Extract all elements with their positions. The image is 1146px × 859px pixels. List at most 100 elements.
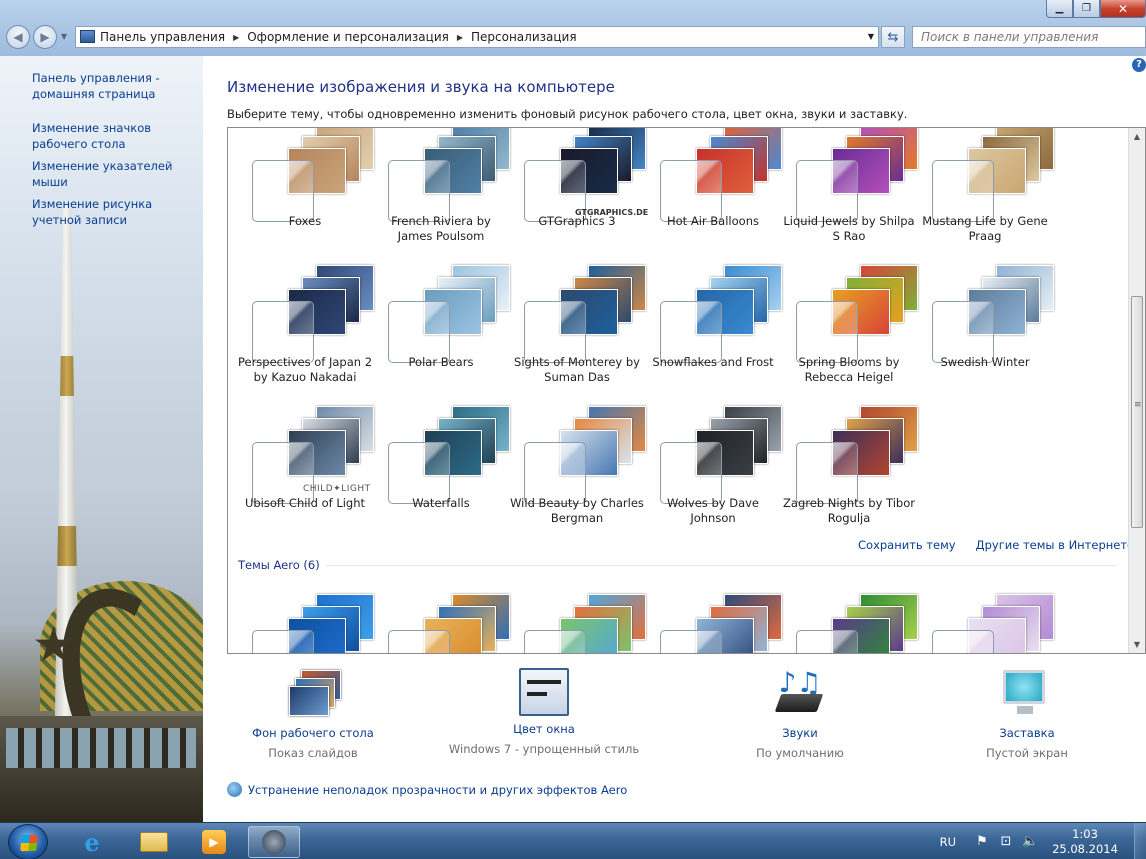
aero-theme-tile[interactable] [509, 586, 646, 653]
help-icon[interactable]: ? [1132, 58, 1146, 72]
theme-tile[interactable]: Perspectives of Japan 2 by Kazuo Nakadai [237, 257, 374, 398]
theme-tile[interactable]: Sights of Monterey by Suman Das [509, 257, 646, 398]
window-color-icon [519, 668, 569, 716]
maximize-button[interactable]: ❐ [1073, 0, 1100, 18]
theme-preview [252, 257, 374, 363]
theme-tile[interactable]: Hot Air Balloons [645, 128, 782, 257]
theme-tile[interactable]: Spring Blooms by Rebecca Heigel [781, 257, 918, 398]
theme-tile[interactable]: Wild Beauty by Charles Bergman [509, 398, 646, 539]
breadcrumb-arrow-icon[interactable]: ▶ [457, 33, 463, 42]
theme-preview [932, 257, 1054, 363]
desktop-background-value: Показ слайдов [268, 746, 358, 760]
explorer-icon[interactable] [128, 826, 180, 858]
aero-theme-tile[interactable] [237, 586, 374, 653]
scroll-down-icon[interactable]: ▼ [1129, 636, 1145, 653]
aero-theme-tile[interactable] [645, 586, 782, 653]
start-button[interactable] [8, 824, 48, 859]
theme-tile[interactable]: Swedish Winter [917, 257, 1054, 398]
window-color-swatch [796, 160, 858, 222]
internet-explorer-icon[interactable]: e [66, 826, 118, 858]
breadcrumb-appearance[interactable]: Оформление и персонализация [247, 30, 449, 44]
theme-tile[interactable]: Liquid Jewels by Shilpa S Rao [781, 128, 918, 257]
theme-brand-logo: CHILD✦LIGHT [303, 484, 371, 494]
link-mouse-pointers[interactable]: Изменение указателей мыши [32, 158, 202, 190]
clock[interactable]: 1:03 25.08.2014 [1046, 827, 1124, 857]
theme-tile[interactable]: Waterfalls [373, 398, 510, 539]
theme-preview [932, 128, 1054, 222]
language-indicator[interactable]: RU [940, 835, 956, 849]
theme-preview [796, 128, 918, 222]
theme-tile[interactable]: Foxes [237, 128, 374, 257]
monitor-stand [1017, 706, 1033, 714]
theme-tile[interactable]: CHILD✦LIGHT Ubisoft Child of Light [237, 398, 374, 539]
breadcrumb-control-panel[interactable]: Панель управления [100, 30, 225, 44]
address-bar[interactable]: Панель управления ▶ Оформление и персона… [75, 26, 879, 48]
theme-preview [252, 586, 374, 653]
scroll-up-icon[interactable]: ▲ [1129, 128, 1145, 145]
my-themes-grid: Foxes French Riviera by James Poulsom GTGR… [228, 128, 1128, 539]
desktop-background-label[interactable]: Фон рабочего стола [213, 726, 413, 740]
theme-tile[interactable]: Wolves by Dave Johnson [645, 398, 782, 539]
window-color-label[interactable]: Цвет окна [444, 722, 644, 736]
link-desktop-icons[interactable]: Изменение значков рабочего стола [32, 120, 202, 152]
aero-theme-tile[interactable] [917, 586, 1054, 653]
main-content: ? Изменение изображения и звука на компь… [203, 56, 1146, 822]
control-panel-taskbar-icon[interactable] [248, 826, 300, 858]
theme-tile[interactable]: GTGRAPHICS.DE GTGraphics 3 [509, 128, 648, 257]
link-control-panel-home[interactable]: Панель управления - домашняя страница [32, 70, 202, 102]
theme-name: Wolves by Dave Johnson [667, 496, 759, 525]
breadcrumb-arrow-icon[interactable]: ▶ [233, 33, 239, 42]
volume-icon[interactable]: 🔈 [1022, 834, 1038, 849]
breadcrumb-personalization[interactable]: Персонализация [471, 30, 577, 44]
theme-name: GTGraphics 3 [538, 214, 616, 228]
theme-name: Waterfalls [412, 496, 470, 510]
history-dropdown-icon[interactable]: ▼ [61, 32, 67, 41]
address-dropdown-icon[interactable]: ▼ [868, 32, 874, 41]
theme-tile[interactable]: French Riviera by James Poulsom [373, 128, 510, 257]
aero-theme-tile[interactable] [781, 586, 918, 653]
scroll-thumb[interactable] [1131, 296, 1143, 528]
theme-preview [524, 586, 646, 653]
theme-tile[interactable]: Polar Bears [373, 257, 510, 398]
theme-preview [524, 128, 646, 222]
link-account-picture[interactable]: Изменение рисунка учетной записи [32, 196, 202, 228]
theme-name: Zagreb Nights by Tibor Rogulja [783, 496, 915, 525]
task-links: Панель управления - домашняя страница Из… [32, 70, 202, 234]
aero-theme-tile[interactable] [373, 586, 510, 653]
minimize-button[interactable]: ▁ [1046, 0, 1073, 18]
screensaver-label[interactable]: Заставка [927, 726, 1127, 740]
taskbar: e ▶ RU ⚑ ⊡ 🔈 1:03 25.08.2014 [0, 822, 1146, 859]
window-color-swatch [932, 301, 994, 363]
theme-preview [660, 128, 782, 222]
pane-background-building [0, 716, 203, 822]
close-button[interactable]: ✕ [1100, 0, 1146, 18]
sounds-label[interactable]: Звуки [700, 726, 900, 740]
section-divider [325, 564, 1116, 566]
action-center-flag-icon[interactable]: ⚑ [974, 834, 990, 849]
theme-preview [660, 257, 782, 363]
theme-name: Wild Beauty by Charles Bergman [510, 496, 644, 525]
window-color-swatch [524, 630, 586, 653]
personalization-settings: Фон рабочего стола Показ слайдов Цвет ок… [227, 668, 1146, 768]
save-theme-link[interactable]: Сохранить тему [858, 538, 956, 552]
show-desktop-button[interactable] [1134, 823, 1146, 859]
aero-troubleshoot-link[interactable]: Устранение неполадок прозрачности и друг… [248, 783, 627, 797]
forward-button[interactable]: ▶ [33, 25, 57, 49]
desktop-background-item[interactable]: Фон рабочего стола Показ слайдов [213, 668, 413, 760]
search-input[interactable]: Поиск в панели управления [912, 26, 1146, 48]
theme-tile[interactable]: Mustang Life by Gene Praag [917, 128, 1054, 257]
more-themes-online-link[interactable]: Другие темы в Интернете [976, 538, 1135, 552]
sounds-item[interactable]: ♪♫ Звуки По умолчанию [700, 668, 900, 761]
back-button[interactable]: ◀ [6, 25, 30, 49]
theme-list[interactable]: Foxes French Riviera by James Poulsom GTGR… [227, 127, 1146, 654]
screensaver-item[interactable]: Заставка Пустой экран [927, 668, 1127, 760]
window-color-item[interactable]: Цвет окна Windows 7 - упрощенный стиль [444, 668, 644, 756]
theme-tile[interactable]: Zagreb Nights by Tibor Rogulja [781, 398, 918, 539]
theme-list-scrollbar[interactable]: ▲ ▼ [1128, 128, 1145, 653]
theme-preview [796, 586, 918, 653]
media-player-icon[interactable]: ▶ [188, 826, 240, 858]
theme-name: Perspectives of Japan 2 by Kazuo Nakadai [237, 355, 373, 384]
network-icon[interactable]: ⊡ [998, 834, 1014, 849]
refresh-button[interactable]: ⇆ [881, 26, 905, 48]
theme-tile[interactable]: Snowflakes and Frost [645, 257, 782, 398]
